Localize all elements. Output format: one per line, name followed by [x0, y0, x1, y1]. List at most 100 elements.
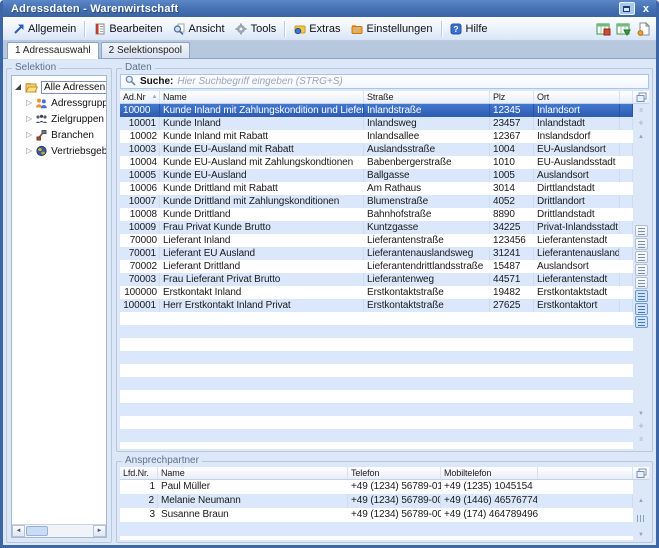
- cell: Lieferant Drittland: [160, 260, 364, 273]
- cell: 31241: [490, 247, 534, 260]
- side-button-3[interactable]: [635, 251, 648, 263]
- scroll-down-icon[interactable]: ▼: [638, 410, 644, 419]
- side-button-6[interactable]: [635, 290, 648, 302]
- table-row[interactable]: 70001Lieferant EU AuslandLieferantenausl…: [120, 247, 633, 260]
- table-row[interactable]: 3Susanne Braun+49 (1234) 56789-00+49 (17…: [120, 508, 633, 522]
- scroll-down-icon[interactable]: ▼: [638, 531, 644, 540]
- table-row[interactable]: 100001Herr Erstkontakt Inland PrivatErst…: [120, 299, 633, 312]
- column-chooser-icon[interactable]: [633, 91, 649, 104]
- menu-extras[interactable]: Extras: [288, 20, 345, 37]
- table-row[interactable]: 10001Kunde InlandInlandsweg23457Inlandst…: [120, 117, 633, 130]
- column-header-mobiltelefon[interactable]: Mobiltelefon: [441, 467, 538, 479]
- scroll-top-icon[interactable]: ≡: [639, 107, 643, 116]
- new-document-icon[interactable]: [635, 21, 652, 37]
- menu-ansicht[interactable]: Ansicht: [168, 20, 230, 37]
- cell: 15487: [490, 260, 534, 273]
- tree-item-label[interactable]: Adressgruppen: [51, 98, 107, 109]
- table-row[interactable]: 10006Kunde Drittland mit RabattAm Rathau…: [120, 182, 633, 195]
- tree-item-label[interactable]: Zielgruppen: [51, 114, 104, 125]
- scrollbar-grip[interactable]: [637, 515, 645, 522]
- side-button-4[interactable]: [635, 264, 648, 276]
- tree-collapsed-icon[interactable]: ▷: [26, 131, 32, 139]
- column-header-lfdnr[interactable]: Lfd.Nr.: [120, 467, 158, 479]
- close-button[interactable]: x: [640, 3, 652, 15]
- scroll-up-icon[interactable]: ▲: [638, 133, 644, 142]
- table-row[interactable]: 10004Kunde EU-Ausland mit Zahlungskondti…: [120, 156, 633, 169]
- cell: Blumenstraße: [364, 195, 490, 208]
- tree-item-label[interactable]: Alle Adressen: [41, 81, 107, 94]
- cell: 12367: [490, 130, 534, 143]
- tree-expanded-icon[interactable]: [15, 84, 21, 90]
- tree-collapsed-icon[interactable]: ▷: [26, 99, 32, 107]
- industry-icon: [35, 129, 48, 141]
- scroll-bottom-icon[interactable]: ≡: [639, 436, 643, 445]
- cell: +49 (1234) 56789-00: [348, 494, 441, 508]
- tree-item-branchen[interactable]: ▷ Branchen: [12, 127, 106, 143]
- search-input[interactable]: [177, 76, 644, 87]
- title-bar[interactable]: Adressdaten - Warenwirtschaft x: [3, 0, 656, 17]
- column-header-name[interactable]: Name: [158, 467, 348, 479]
- side-button-8[interactable]: [635, 316, 648, 328]
- scrollbar-track[interactable]: [25, 525, 93, 537]
- table-export-icon[interactable]: [595, 21, 612, 37]
- column-chooser-icon[interactable]: [633, 467, 649, 480]
- tree-collapsed-icon[interactable]: ▷: [26, 147, 32, 155]
- tree-item-zielgruppen[interactable]: ▷ Zielgruppen: [12, 111, 106, 127]
- cell: 10004: [120, 156, 160, 169]
- scrollbar-thumb[interactable]: [26, 526, 48, 536]
- cell: Melanie Neumann: [158, 494, 348, 508]
- side-button-1[interactable]: [635, 225, 648, 237]
- menu-allgemein[interactable]: Allgemein: [7, 20, 81, 37]
- folder-open-icon: [25, 81, 38, 93]
- tree-item-label[interactable]: Vertriebsgebiete: [51, 146, 107, 157]
- scroll-left-icon[interactable]: ◄: [12, 525, 25, 537]
- side-button-5[interactable]: [635, 277, 648, 289]
- table-row[interactable]: 10002Kunde Inland mit RabattInlandsallee…: [120, 130, 633, 143]
- menu-tools[interactable]: Tools: [230, 20, 282, 37]
- menu-bearbeiten[interactable]: Bearbeiten: [88, 20, 167, 37]
- table-row[interactable]: 2Melanie Neumann+49 (1234) 56789-00+49 (…: [120, 494, 633, 508]
- tree-item-alle-adressen[interactable]: Alle Adressen: [12, 79, 106, 95]
- column-header-telefon[interactable]: Telefon: [348, 467, 441, 479]
- cell: 3014: [490, 182, 534, 195]
- horizontal-scrollbar[interactable]: ◄ ►: [12, 524, 106, 537]
- table-row[interactable]: 100000Erstkontakt InlandErstkontaktstraß…: [120, 286, 633, 299]
- table-row[interactable]: 10005Kunde EU-AuslandBallgasse1005Auslan…: [120, 169, 633, 182]
- table-row[interactable]: 70002Lieferant DrittlandLieferantendritt…: [120, 260, 633, 273]
- column-header-ort[interactable]: Ort: [534, 91, 620, 103]
- column-header-strasse[interactable]: Straße: [364, 91, 490, 103]
- table-row[interactable]: 70000Lieferant InlandLieferantenstraße12…: [120, 234, 633, 247]
- table-row[interactable]: 10003Kunde EU-Ausland mit RabattAuslands…: [120, 143, 633, 156]
- column-header-plz[interactable]: Plz: [490, 91, 534, 103]
- cell: Lieferant EU Ausland: [160, 247, 364, 260]
- table-row[interactable]: 10008Kunde DrittlandBahnhofstraße8890Dri…: [120, 208, 633, 221]
- cell: [620, 169, 633, 182]
- search-bar[interactable]: Suche:: [120, 74, 649, 89]
- tree-collapsed-icon[interactable]: ▷: [26, 115, 32, 123]
- side-button-7[interactable]: [635, 303, 648, 315]
- scroll-right-icon[interactable]: ►: [93, 525, 106, 537]
- tree-item-adressgruppen[interactable]: ▷ Adressgruppen: [12, 95, 106, 111]
- cell: 10002: [120, 130, 160, 143]
- tab-selektionspool[interactable]: 2 Selektionspool: [101, 42, 190, 58]
- table-row[interactable]: 1Paul Müller+49 (1234) 56789-01+49 (1235…: [120, 480, 633, 494]
- tab-adressauswahl[interactable]: 1 Adressauswahl: [7, 42, 99, 59]
- side-button-2[interactable]: [635, 238, 648, 250]
- tree-item-vertriebsgebiete[interactable]: ▷ Vertriebsgebiete: [12, 143, 106, 159]
- ansprechpartner-panel: Ansprechpartner Lfd.Nr. Name Telefon Mob…: [116, 461, 653, 543]
- column-header-name[interactable]: Name: [160, 91, 364, 103]
- maximize-button[interactable]: [619, 2, 635, 15]
- column-header-adnr[interactable]: Ad.Nr▲: [120, 91, 160, 103]
- scroll-up-icon[interactable]: ▲: [638, 497, 644, 506]
- menu-einstellungen[interactable]: Einstellungen: [345, 20, 437, 37]
- table-row[interactable]: 10000Kunde Inland mit Zahlungskondition …: [120, 104, 633, 117]
- table-import-icon[interactable]: [615, 21, 632, 37]
- table-row[interactable]: 10007Kunde Drittland mit Zahlungskonditi…: [120, 195, 633, 208]
- menu-hilfe[interactable]: ? Hilfe: [445, 20, 493, 37]
- tree-item-label[interactable]: Branchen: [51, 130, 94, 141]
- table-row[interactable]: 10009Frau Privat Kunde BruttoKuntzgasse3…: [120, 221, 633, 234]
- scroll-plus-icon[interactable]: ✛: [638, 120, 643, 129]
- cell: Lieferantenstraße: [364, 234, 490, 247]
- scroll-plus-icon[interactable]: ✛: [638, 423, 643, 432]
- table-row[interactable]: 70003Frau Lieferant Privat BruttoLiefera…: [120, 273, 633, 286]
